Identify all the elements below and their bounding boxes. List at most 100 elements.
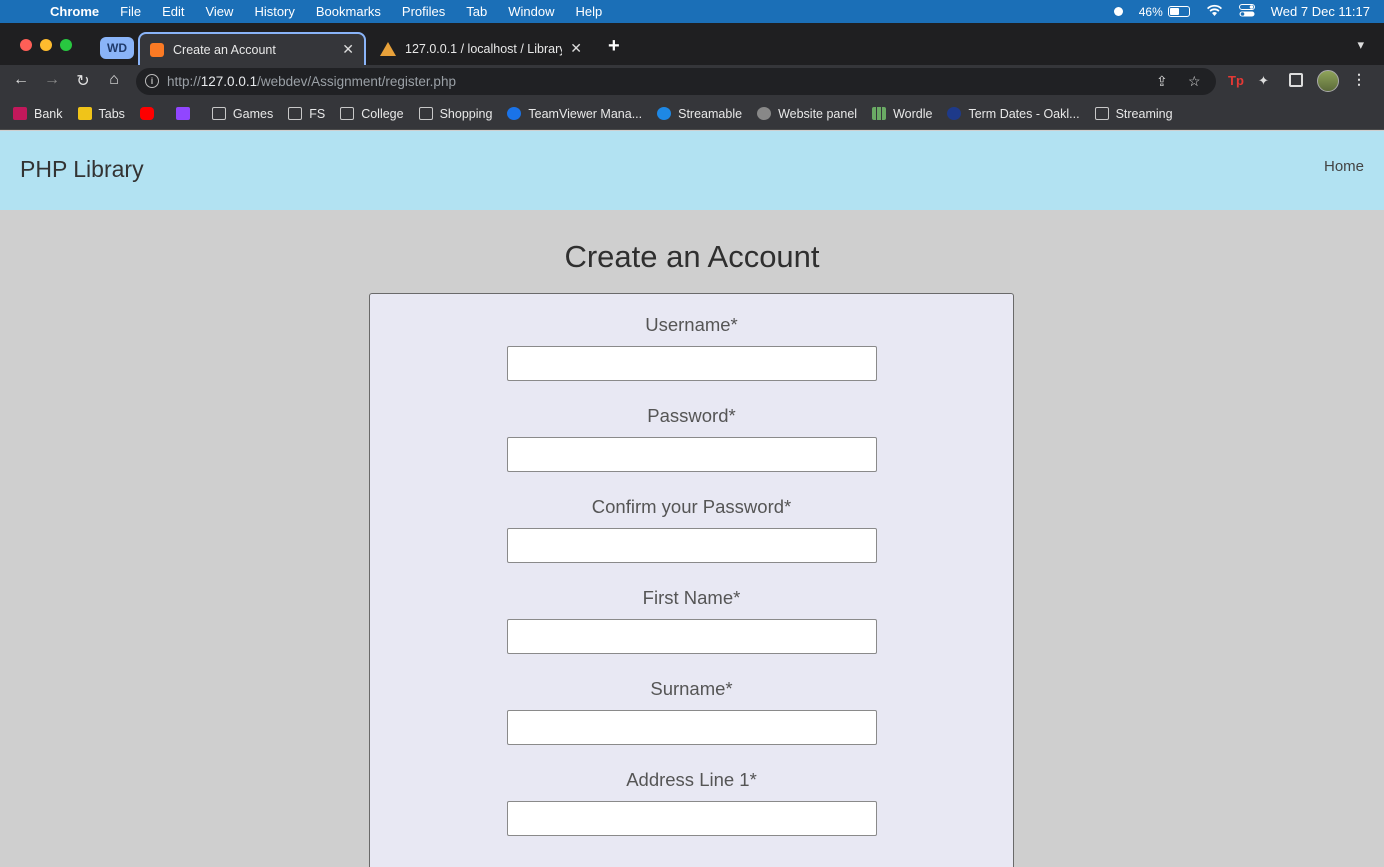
menu-history[interactable]: History: [254, 4, 294, 19]
battery-status[interactable]: 46%: [1139, 5, 1190, 19]
tab-create-account[interactable]: Create an Account ✕: [138, 32, 366, 65]
password-input[interactable]: [507, 437, 877, 472]
profile-avatar[interactable]: [1317, 70, 1339, 92]
reload-icon[interactable]: ↻: [73, 71, 93, 91]
url-path: /webdev/Assignment/register.php: [257, 74, 456, 89]
menu-file[interactable]: File: [120, 4, 141, 19]
bookmark-bank[interactable]: Bank: [13, 107, 63, 121]
close-tab-icon[interactable]: ✕: [342, 41, 354, 58]
xampp-favicon-icon: [150, 42, 164, 57]
menu-profiles[interactable]: Profiles: [402, 4, 445, 19]
bookmark-streaming[interactable]: Streaming: [1094, 106, 1173, 121]
browser-toolbar: ← → ↻ ⌂ i http://127.0.0.1/webdev/Assign…: [0, 65, 1384, 98]
bookmarks-bar: Bank Tabs Games FS College Shopping Team…: [0, 98, 1384, 130]
tab-phpmyadmin[interactable]: 127.0.0.1 / localhost / LibraryDB ✕: [370, 32, 592, 65]
surname-input[interactable]: [507, 710, 877, 745]
twitch-icon: [175, 107, 190, 120]
address-line-1-input[interactable]: [507, 801, 877, 836]
youtube-icon: [139, 107, 154, 120]
tab-strip: WD Create an Account ✕ 127.0.0.1 / local…: [0, 23, 1384, 65]
bookmark-wordle[interactable]: Wordle: [872, 107, 932, 121]
bookmark-teamviewer[interactable]: TeamViewer Mana...: [507, 107, 642, 121]
menu-view[interactable]: View: [205, 4, 233, 19]
first-name-input[interactable]: [507, 619, 877, 654]
wordle-icon: [872, 107, 887, 120]
tab-search-chevron-icon[interactable]: ▾: [1357, 37, 1364, 53]
bookmark-games[interactable]: Games: [211, 106, 274, 121]
share-icon[interactable]: ⇪: [1156, 73, 1168, 90]
page-title: Create an Account: [564, 239, 820, 274]
bookmark-label: Streaming: [1115, 106, 1173, 121]
close-tab-icon[interactable]: ✕: [570, 40, 582, 57]
fullscreen-window-button[interactable]: [60, 39, 72, 51]
bookmark-shopping[interactable]: Shopping: [418, 106, 493, 121]
url-prefix: http://: [167, 74, 201, 89]
first-name-label: First Name*: [642, 587, 741, 608]
control-center-icon[interactable]: [1238, 3, 1255, 20]
bookmark-website-panel[interactable]: Website panel: [757, 107, 857, 121]
url-host: 127.0.0.1: [200, 74, 258, 89]
back-arrow-icon[interactable]: ←: [11, 71, 31, 89]
menu-app-name[interactable]: Chrome: [50, 4, 99, 19]
username-label: Username*: [645, 314, 738, 335]
password-label: Password*: [647, 405, 736, 426]
nav-home-link[interactable]: Home: [1324, 158, 1364, 175]
tab-title: 127.0.0.1 / localhost / LibraryDB: [405, 41, 562, 56]
status-area: 46% Wed 7 Dec 11:17: [1113, 3, 1370, 20]
teamviewer-icon: [507, 107, 522, 120]
web-page: PHP Library Home Create an Account Usern…: [0, 131, 1384, 867]
minimize-window-button[interactable]: [40, 39, 52, 51]
bookmark-fs[interactable]: FS: [288, 107, 325, 121]
bookmark-label: Games: [232, 106, 274, 121]
bookmark-label: Wordle: [893, 106, 933, 121]
bookmark-term-dates[interactable]: Term Dates - Oakl...: [947, 106, 1080, 121]
record-indicator-icon[interactable]: [1113, 7, 1123, 16]
bookmark-tabs[interactable]: Tabs: [77, 106, 125, 121]
bookmark-label: FS: [309, 106, 326, 121]
menu-bookmarks[interactable]: Bookmarks: [316, 4, 381, 19]
wifi-icon[interactable]: [1206, 4, 1223, 20]
bookmark-label: Term Dates - Oakl...: [968, 106, 1080, 121]
url-text[interactable]: http://127.0.0.1/webdev/Assignment/regis…: [167, 74, 456, 89]
extension-tp-icon[interactable]: Tp: [1228, 73, 1244, 88]
menu-edit[interactable]: Edit: [162, 4, 184, 19]
folder-icon: [418, 107, 433, 120]
menu-window[interactable]: Window: [508, 4, 554, 19]
confirm-password-input[interactable]: [507, 528, 877, 563]
registration-form: Username* Password* Confirm your Passwor…: [369, 293, 1014, 867]
extensions-puzzle-icon[interactable]: ✦: [1258, 73, 1269, 89]
surname-label: Surname*: [650, 678, 733, 699]
more-menu-icon[interactable]: ⋮: [1352, 71, 1366, 88]
menu-help[interactable]: Help: [576, 4, 603, 19]
clock[interactable]: Wed 7 Dec 11:17: [1271, 4, 1370, 19]
close-window-button[interactable]: [20, 39, 32, 51]
phpmyadmin-favicon-icon: [380, 41, 396, 56]
folder-icon: [1094, 107, 1109, 120]
folder-icon: [288, 107, 303, 120]
username-input[interactable]: [507, 346, 877, 381]
bookmark-youtube[interactable]: [139, 107, 161, 120]
site-info-icon[interactable]: i: [145, 74, 159, 88]
bookmark-label: Website panel: [778, 106, 858, 121]
tab-title: Create an Account: [173, 42, 276, 57]
bookmark-label: Bank: [34, 106, 63, 121]
globe-icon: [757, 107, 772, 120]
forward-arrow-icon[interactable]: →: [42, 71, 62, 89]
site-brand[interactable]: PHP Library: [20, 156, 144, 183]
tab-group-label[interactable]: WD: [100, 37, 134, 59]
folder-icon: [340, 107, 355, 120]
bookmark-streamable[interactable]: Streamable: [657, 107, 742, 121]
home-icon[interactable]: ⌂: [104, 71, 124, 89]
confirm-password-label: Confirm your Password*: [591, 496, 792, 517]
bookmark-label: TeamViewer Mana...: [528, 106, 643, 121]
bookmark-college[interactable]: College: [340, 107, 404, 121]
new-tab-icon[interactable]: +: [608, 35, 620, 58]
side-panel-icon[interactable]: [1289, 73, 1303, 87]
bookmark-star-icon[interactable]: ☆: [1188, 73, 1201, 90]
menu-tab[interactable]: Tab: [466, 4, 487, 19]
bookmark-twitch[interactable]: [175, 107, 197, 120]
g-icon: [77, 107, 92, 120]
address-bar[interactable]: i http://127.0.0.1/webdev/Assignment/reg…: [136, 68, 1216, 95]
bookmark-label: Tabs: [98, 106, 125, 121]
bookmark-label: Shopping: [439, 106, 493, 121]
